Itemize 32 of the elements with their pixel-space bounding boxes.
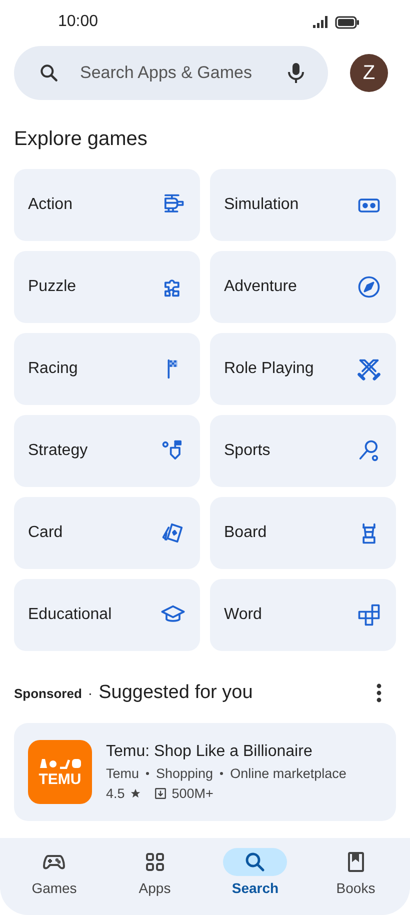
category-card[interactable]: Action <box>14 169 200 241</box>
app-category: Shopping <box>156 766 214 781</box>
app-logo: TEMU <box>28 740 92 804</box>
category-card[interactable]: Word <box>210 579 396 651</box>
category-card[interactable]: Sports <box>210 415 396 487</box>
category-card[interactable]: Simulation <box>210 169 396 241</box>
rating: 4.5 <box>106 786 125 801</box>
app-card[interactable]: TEMU Temu: Shop Like a Billionaire Temu Shopping Online marketplace 4.5 500M+ <box>14 723 396 821</box>
status-time: 10:00 <box>58 13 98 31</box>
separator-dot: · <box>88 685 93 701</box>
category-card[interactable]: Racing <box>14 333 200 405</box>
search-input[interactable]: Search Apps & Games <box>80 63 266 83</box>
category-card[interactable]: Board <box>210 497 396 569</box>
category-card[interactable]: Role Playing <box>210 333 396 405</box>
category-card[interactable]: Strategy <box>14 415 200 487</box>
category-card[interactable]: Educational <box>14 579 200 651</box>
developer-name: Temu <box>106 766 140 781</box>
category-card[interactable]: Card <box>14 497 200 569</box>
download-count: 500M+ <box>172 786 214 801</box>
nav-tab[interactable]: Apps <box>110 848 200 915</box>
sponsored-label: Sponsored <box>14 686 82 700</box>
section-title: Suggested for you <box>98 682 254 704</box>
app-name: Temu: Shop Like a Billionaire <box>106 743 314 761</box>
category-card[interactable]: Adventure <box>210 251 396 323</box>
search-bar[interactable]: Search Apps & Games <box>14 46 328 100</box>
nav-tab[interactable]: Search <box>210 848 300 915</box>
section-title: Explore games <box>14 128 148 151</box>
avatar[interactable]: Z <box>350 54 388 92</box>
nav-tab[interactable]: Books <box>310 848 401 915</box>
nav-tab[interactable]: Games <box>9 848 100 915</box>
category-card[interactable]: Puzzle <box>14 251 200 323</box>
app-tag: Online marketplace <box>230 766 346 781</box>
